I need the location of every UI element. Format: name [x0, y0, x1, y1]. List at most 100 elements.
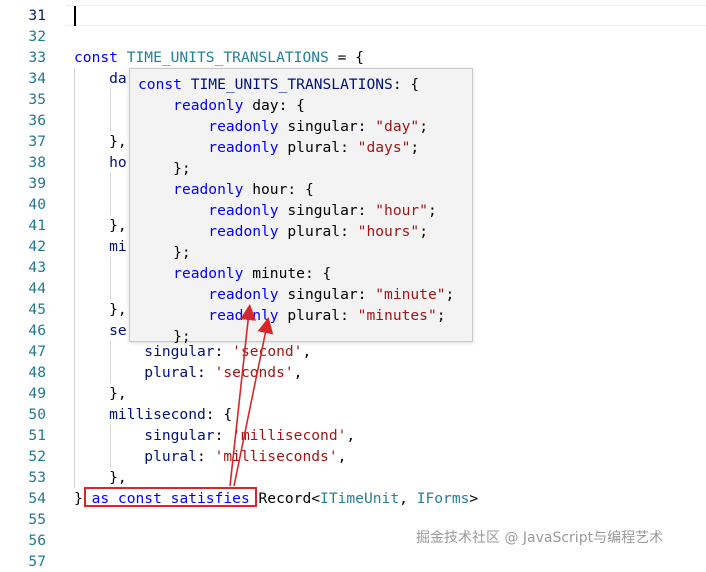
- tooltip-token: plural:: [278, 223, 358, 240]
- code-token: IForms: [416, 490, 470, 507]
- code-line[interactable]: da: [74, 68, 127, 89]
- code-line[interactable]: },: [74, 467, 127, 488]
- tooltip-token: readonly: [208, 307, 279, 324]
- code-token: 'seconds': [214, 364, 294, 381]
- tooltip-token: "minutes": [357, 307, 437, 324]
- tooltip-token: singular:: [278, 118, 376, 135]
- line-number: 32: [28, 28, 46, 45]
- code-token: const: [74, 49, 127, 66]
- indent-guide: [110, 425, 111, 467]
- tooltip-token: [138, 286, 208, 303]
- code-line[interactable]: mi: [74, 236, 127, 257]
- tooltip-token: ;: [445, 286, 455, 303]
- tooltip-line: };: [138, 158, 191, 179]
- tooltip-token: plural:: [278, 139, 358, 156]
- indent-guide: [110, 257, 111, 299]
- code-line[interactable]: plural: 'milliseconds',: [74, 446, 346, 467]
- code-line[interactable]: plural: 'seconds',: [74, 362, 302, 383]
- line-number: 40: [28, 196, 46, 213]
- annotation-highlight-box: [84, 487, 257, 507]
- code-token: ITimeUnit: [320, 490, 400, 507]
- tooltip-token: [138, 139, 208, 156]
- code-token: ho: [74, 154, 127, 171]
- line-number: 41: [28, 217, 46, 234]
- code-token: 'milliseconds': [214, 448, 338, 465]
- tooltip-line: const TIME_UNITS_TRANSLATIONS: {: [138, 74, 419, 95]
- tooltip-token: [138, 202, 208, 219]
- code-token: },: [74, 133, 127, 150]
- code-token: se: [74, 322, 127, 339]
- line-number: 48: [28, 364, 46, 381]
- tooltip-line: readonly singular: "hour";: [138, 200, 437, 221]
- line-number: 56: [28, 532, 46, 549]
- code-token: },: [74, 469, 127, 486]
- tooltip-token: ;: [427, 202, 437, 219]
- text-cursor: [74, 6, 76, 26]
- line-number: 35: [28, 91, 46, 108]
- tooltip-token: [138, 223, 208, 240]
- line-number: 55: [28, 511, 46, 528]
- line-number: 47: [28, 343, 46, 360]
- code-token: plural: [74, 448, 198, 465]
- code-token: :: [214, 343, 233, 360]
- line-number: 50: [28, 406, 46, 423]
- code-token: da: [74, 70, 127, 87]
- tooltip-token: singular:: [278, 202, 376, 219]
- tooltip-token: singular:: [278, 286, 376, 303]
- line-number: 33: [28, 49, 46, 66]
- tooltip-line: readonly plural: "days";: [138, 137, 419, 158]
- tooltip-token: readonly: [208, 286, 279, 303]
- tooltip-token: readonly: [208, 118, 279, 135]
- code-line[interactable]: },: [74, 131, 127, 152]
- tooltip-token: [138, 118, 208, 135]
- tooltip-token: day: {: [243, 97, 305, 114]
- tooltip-token: hour: {: [243, 181, 314, 198]
- code-token: = {: [328, 49, 364, 66]
- code-token: :: [214, 427, 233, 444]
- code-token: },: [74, 385, 127, 402]
- code-line[interactable]: millisecond: {: [74, 404, 232, 425]
- code-line[interactable]: },: [74, 299, 127, 320]
- tooltip-token: ;: [419, 118, 428, 135]
- tooltip-line: readonly day: {: [138, 95, 305, 116]
- code-token: 'millisecond': [232, 427, 347, 444]
- code-line[interactable]: ho: [74, 152, 127, 173]
- tooltip-line: readonly singular: "minute";: [138, 284, 454, 305]
- line-number: 38: [28, 154, 46, 171]
- code-token: >: [469, 490, 479, 507]
- tooltip-token: [138, 181, 173, 198]
- tooltip-token: readonly: [208, 139, 279, 156]
- line-number: 34: [28, 70, 46, 87]
- tooltip-token: readonly: [173, 181, 244, 198]
- code-token: mi: [74, 238, 127, 255]
- indent-guide: [110, 173, 111, 215]
- code-token: ,: [302, 343, 312, 360]
- tooltip-line: readonly plural: "minutes";: [138, 305, 446, 326]
- tooltip-token: : {: [392, 76, 420, 93]
- line-number: 37: [28, 133, 46, 150]
- line-number: 52: [28, 448, 46, 465]
- code-line[interactable]: se: [74, 320, 127, 341]
- code-token: },: [74, 217, 127, 234]
- indent-guide: [110, 89, 111, 131]
- line-number: 42: [28, 238, 46, 255]
- indent-guide: [74, 68, 75, 488]
- tooltip-token: [138, 97, 173, 114]
- line-number: 44: [28, 280, 46, 297]
- code-line[interactable]: },: [74, 383, 127, 404]
- tooltip-token: ;: [410, 139, 420, 156]
- code-token: plural: [74, 364, 198, 381]
- line-number: 54: [28, 490, 46, 507]
- code-editor[interactable]: 31 32 33 34 35 36 37 38 39 40 41 42 43 44 45 46 47 48 49 50…: [0, 0, 706, 570]
- code-token: ,: [293, 364, 303, 381]
- tooltip-line: readonly minute: {: [138, 263, 331, 284]
- line-number: 53: [28, 469, 46, 486]
- line-number: 39: [28, 175, 46, 192]
- tooltip-token: "hour": [375, 202, 428, 219]
- tooltip-token: ;: [436, 307, 446, 324]
- code-line[interactable]: singular: 'millisecond',: [74, 425, 355, 446]
- code-token: :: [197, 448, 215, 465]
- tooltip-line: readonly hour: {: [138, 179, 314, 200]
- code-line[interactable]: const TIME_UNITS_TRANSLATIONS = {: [74, 47, 364, 68]
- code-line[interactable]: },: [74, 215, 127, 236]
